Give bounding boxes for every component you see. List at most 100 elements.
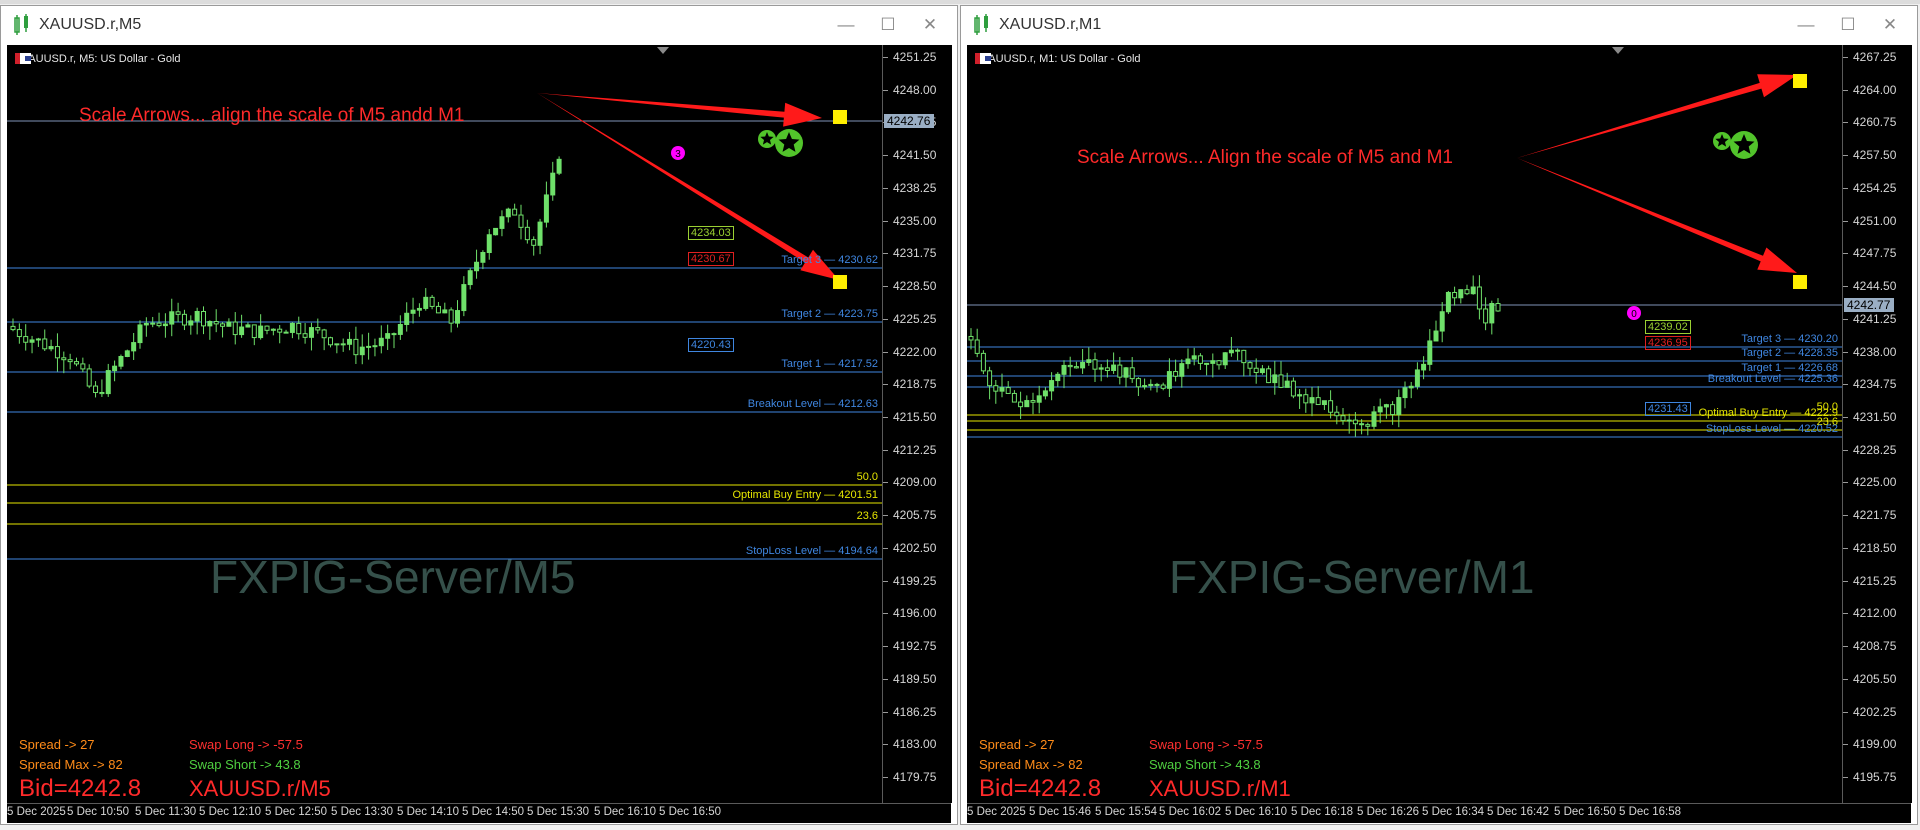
close-button[interactable]: ✕ (1869, 6, 1911, 44)
time-tick: 5 Dec 11:30 (135, 806, 197, 818)
bear-candle (181, 313, 187, 326)
bull-candle (1210, 360, 1216, 364)
bull-candle (1427, 340, 1433, 365)
time-tick: 5 Dec 16:34 (1422, 806, 1485, 818)
time-tick: 5 Dec 2025 (967, 806, 1026, 818)
bull-candle (245, 324, 251, 328)
bear-candle (10, 325, 16, 331)
chart-app-icon (974, 14, 988, 35)
server-watermark: FXPIG-Server/M5 (210, 551, 576, 603)
bull-candle (226, 321, 232, 327)
bear-candle (232, 321, 238, 336)
bear-candle (1011, 392, 1017, 403)
close-button[interactable]: ✕ (909, 6, 951, 44)
maximize-button[interactable]: ☐ (1827, 6, 1869, 44)
red-arrow (1517, 158, 1797, 273)
bear-candle (1483, 308, 1489, 324)
bull-candle (1049, 380, 1055, 392)
bear-candle (296, 322, 302, 335)
maximize-icon: ☐ (1840, 15, 1856, 34)
bear-candle (1067, 364, 1073, 368)
bear-candle (1352, 419, 1358, 425)
bear-candle (321, 329, 327, 339)
bull-candle (1111, 364, 1117, 371)
bear-candle (435, 305, 441, 314)
price-tick: 4183.00 (882, 737, 937, 752)
time-tick: 5 Dec 2025 (7, 806, 66, 818)
bull-candle (423, 296, 429, 309)
symbol-header: XAUUSD.r, M5: US Dollar - Gold (15, 53, 181, 65)
bull-candle (1055, 373, 1061, 382)
window-titlebar[interactable]: XAUUSD.r,M5 — ☐ ✕ (1, 6, 957, 44)
bull-candle (1142, 385, 1148, 388)
minimize-icon: — (837, 15, 855, 34)
bear-candle (1030, 400, 1036, 403)
level-label: StopLoss Level — 4220.52 (1705, 423, 1838, 435)
time-tick: 5 Dec 13:30 (331, 806, 394, 818)
bear-candle (1315, 397, 1321, 406)
bull-candle (1185, 358, 1191, 365)
price-tick: 4225.25 (882, 311, 937, 326)
bull-candle (1228, 349, 1234, 354)
bear-candle (1241, 349, 1247, 364)
bear-candle (1173, 371, 1179, 377)
swap-short-text: Swap Short -> 43.8 (1149, 757, 1261, 772)
minimize-button[interactable]: — (1785, 6, 1827, 44)
bull-candle (289, 322, 295, 333)
price-tick: 4241.25 (1842, 311, 1897, 326)
chart-window-m1[interactable]: XAUUSD.r,M1 — ☐ ✕ 0 XAUUSD.r, M1: US Dol… (960, 5, 1918, 825)
bear-candle (54, 346, 60, 359)
bear-candle (340, 343, 346, 346)
price-tick: 4264.00 (1842, 82, 1897, 97)
bear-candle (1266, 368, 1272, 384)
bull-candle (404, 312, 410, 326)
bull-candle (239, 326, 245, 336)
window-titlebar[interactable]: XAUUSD.r,M1 — ☐ ✕ (961, 6, 1917, 44)
bull-candle (131, 342, 137, 352)
level-label: StopLoss Level — 4194.64 (745, 545, 878, 557)
bull-candle (1179, 363, 1185, 377)
bull-candle (416, 307, 422, 311)
price-tick: 4205.75 (882, 508, 937, 523)
price-tick: 4228.50 (882, 279, 937, 294)
bull-candle (493, 227, 499, 236)
bull-candle (1402, 387, 1408, 399)
chart-area[interactable]: 0 XAUUSD.r, M1: US Dollar - Gold Scale A… (967, 45, 1842, 803)
bull-candle (1383, 404, 1389, 408)
bear-candle (1253, 367, 1259, 374)
time-tick: 5 Dec 12:10 (199, 806, 262, 818)
yellow-marker (833, 275, 847, 289)
bear-candle (993, 385, 999, 392)
symbol-header: XAUUSD.r, M1: US Dollar - Gold (975, 53, 1141, 65)
spread-text: Spread -> 27 (979, 737, 1055, 752)
level-label: Breakout Level — 4212.63 (747, 398, 878, 410)
bull-candle (499, 216, 505, 229)
bull-candle (1148, 383, 1154, 387)
server-watermark: FXPIG-Server/M1 (1169, 551, 1535, 603)
price-tick: 4228.25 (1842, 442, 1897, 457)
time-scale[interactable]: 5 Dec 2025 5 Dec 10:50 5 Dec 11:30 5 Dec 12… (7, 803, 951, 823)
chart-window-m5[interactable]: XAUUSD.r,M5 — ☐ ✕ 3 XAUUSD.r, M5: US Dol… (0, 5, 958, 825)
bull-candle (1489, 302, 1495, 324)
annotation-text: Scale Arrows... align the scale of M5 an… (79, 105, 465, 126)
level-label: Target 3 — 4230.62 (781, 254, 878, 266)
bull-candle (1408, 385, 1414, 389)
bear-candle (1104, 367, 1110, 371)
candlestick-chart[interactable]: 3 (7, 45, 882, 803)
spread-text: Spread -> 27 (19, 737, 95, 752)
bear-candle (251, 324, 257, 339)
bull-candle (1321, 400, 1327, 406)
bear-candle (264, 325, 270, 331)
bull-candle (1042, 390, 1048, 397)
time-scale[interactable]: 5 Dec 2025 5 Dec 15:46 5 Dec 15:54 5 Dec 16… (967, 803, 1911, 823)
bull-candle (1433, 330, 1439, 342)
price-scale[interactable]: 4267.25 4264.00 4260.75 4257.50 4254.25 4251.… (1842, 45, 1912, 803)
price-tick: 4205.50 (1842, 671, 1897, 686)
chart-area[interactable]: 3 XAUUSD.r, M5: US Dollar - Gold Scale A… (7, 45, 882, 803)
bull-candle (359, 346, 365, 356)
maximize-button[interactable]: ☐ (867, 6, 909, 44)
minimize-button[interactable]: — (825, 6, 867, 44)
time-tick: 5 Dec 10:50 (67, 806, 130, 818)
bear-candle (315, 327, 321, 331)
price-scale[interactable]: 4251.254248.004244.754241.504238.254235.… (882, 45, 952, 803)
